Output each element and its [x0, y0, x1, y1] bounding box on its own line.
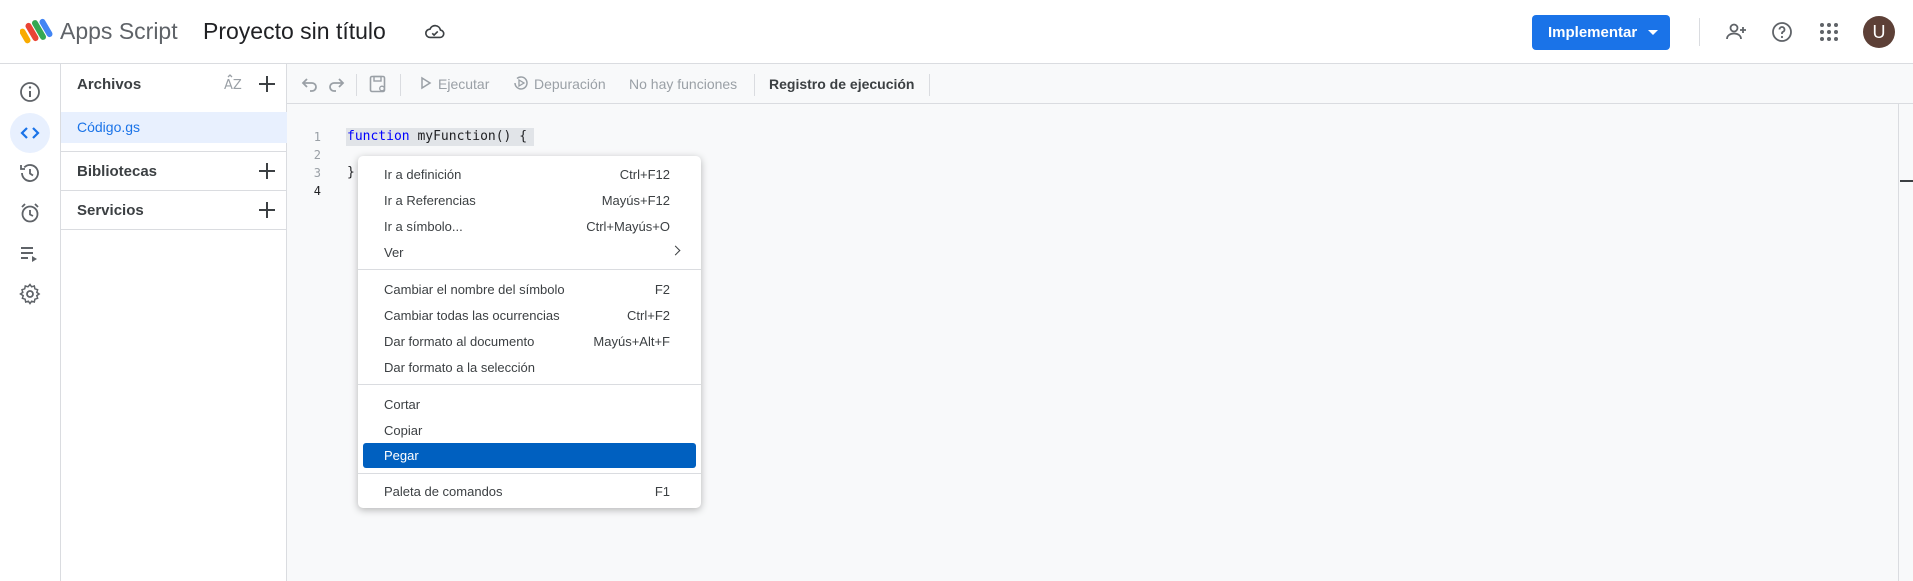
menu-item-shortcut: Ctrl+Mayús+O	[586, 219, 670, 234]
line-number: 4	[313, 184, 321, 198]
execution-log-button[interactable]: Registro de ejecución	[769, 76, 914, 92]
deploy-button[interactable]: Implementar	[1532, 15, 1670, 50]
libraries-label: Bibliotecas	[77, 162, 158, 180]
add-service-icon[interactable]	[257, 200, 277, 220]
svg-text:AZ: AZ	[224, 78, 242, 93]
info-icon[interactable]	[18, 80, 42, 104]
code-icon[interactable]	[18, 121, 42, 145]
menu-item-shortcut: Mayús+F12	[601, 193, 670, 208]
menu-item-view[interactable]: Ver	[363, 240, 696, 265]
code-line-1[interactable]: function myFunction() {	[347, 129, 527, 144]
chevron-right-icon	[670, 245, 681, 256]
services-label: Servicios	[77, 201, 144, 219]
context-menu: Ir a definición Ctrl+F12 Ir a Referencia…	[358, 156, 701, 508]
menu-item-label: Ir a Referencias	[384, 193, 476, 208]
save-icon[interactable]	[368, 74, 388, 94]
menu-separator	[358, 384, 701, 385]
scrollbar-marker	[1900, 180, 1913, 182]
divider	[1699, 18, 1700, 46]
divider	[400, 74, 401, 96]
file-item-codigo[interactable]: Código.gs	[61, 112, 287, 143]
avatar[interactable]: U	[1863, 16, 1895, 48]
function-selector[interactable]: No hay funciones	[629, 76, 737, 92]
menu-item-shortcut: Ctrl+F12	[619, 167, 670, 182]
menu-item-shortcut: Ctrl+F2	[627, 308, 670, 323]
menu-item-shortcut: Mayús+Alt+F	[593, 334, 670, 349]
top-bar: Apps Script Proyecto sin título Implemen…	[0, 0, 1913, 64]
line-number: 3	[313, 166, 321, 180]
menu-item-command-palette[interactable]: Paleta de comandos F1	[363, 479, 696, 504]
menu-item-paste[interactable]: Pegar	[363, 443, 696, 468]
debug-button[interactable]: Depuración	[534, 76, 606, 92]
menu-item-label: Dar formato al documento	[384, 334, 535, 349]
code-keyword: function	[347, 129, 410, 144]
menu-item-label: Ver	[384, 245, 404, 260]
divider	[356, 74, 357, 96]
file-name: Código.gs	[77, 119, 141, 135]
services-row[interactable]: Servicios	[61, 191, 287, 229]
files-label: Archivos	[77, 75, 142, 93]
help-icon[interactable]	[1770, 20, 1794, 44]
menu-item-change-all-occurrences[interactable]: Cambiar todas las ocurrencias Ctrl+F2	[363, 303, 696, 328]
redo-icon[interactable]	[326, 74, 346, 94]
divider	[754, 74, 755, 96]
files-header-row: Archivos AZ	[61, 65, 287, 103]
libraries-row[interactable]: Bibliotecas	[61, 152, 287, 190]
menu-item-label: Ir a definición	[384, 167, 462, 182]
chevron-down-icon	[1648, 30, 1658, 35]
menu-item-shortcut: F2	[654, 282, 670, 297]
menu-separator	[358, 473, 701, 474]
editor-toolbar	[287, 64, 1913, 104]
run-button[interactable]: Ejecutar	[438, 76, 489, 92]
menu-item-label: Cambiar el nombre del símbolo	[384, 282, 565, 297]
history-icon[interactable]	[18, 161, 42, 185]
project-title[interactable]: Proyecto sin título	[203, 18, 386, 45]
menu-item-rename-symbol[interactable]: Cambiar el nombre del símbolo F2	[363, 277, 696, 302]
menu-item-format-document[interactable]: Dar formato al documento Mayús+Alt+F	[363, 329, 696, 354]
menu-item-label: Dar formato a la selección	[384, 360, 536, 375]
settings-icon[interactable]	[18, 282, 42, 306]
divider	[929, 74, 930, 96]
undo-icon[interactable]	[300, 74, 320, 94]
menu-separator	[358, 269, 701, 270]
apps-grid-icon[interactable]	[1817, 20, 1841, 44]
debug-icon[interactable]	[512, 74, 530, 92]
add-library-icon[interactable]	[257, 161, 277, 181]
menu-item-label: Copiar	[384, 423, 423, 438]
sort-az-icon[interactable]: AZ	[223, 74, 247, 94]
menu-item-label: Cambiar todas las ocurrencias	[384, 308, 560, 323]
menu-item-go-to-symbol[interactable]: Ir a símbolo... Ctrl+Mayús+O	[363, 214, 696, 239]
editor-scrollbar[interactable]	[1898, 104, 1913, 581]
menu-item-shortcut: F1	[654, 484, 670, 499]
share-person-add-icon[interactable]	[1724, 20, 1748, 44]
run-icon[interactable]	[418, 75, 434, 91]
app-name[interactable]: Apps Script	[60, 18, 178, 45]
divider	[61, 229, 287, 230]
menu-item-label: Cortar	[384, 397, 421, 412]
menu-item-label: Pegar	[384, 448, 419, 463]
menu-item-cut[interactable]: Cortar	[363, 392, 696, 417]
code-text: myFunction() {	[409, 129, 528, 144]
menu-item-go-to-definition[interactable]: Ir a definición Ctrl+F12	[363, 162, 696, 187]
add-file-icon[interactable]	[257, 74, 277, 94]
line-number: 1	[313, 130, 321, 144]
apps-script-logo	[20, 18, 53, 44]
menu-item-label: Paleta de comandos	[384, 484, 503, 499]
menu-item-copy[interactable]: Copiar	[363, 418, 696, 443]
code-line-3[interactable]: }	[347, 165, 355, 180]
menu-item-format-selection[interactable]: Dar formato a la selección	[363, 355, 696, 380]
menu-item-label: Ir a símbolo...	[384, 219, 463, 234]
cloud-saved-icon[interactable]	[424, 20, 446, 42]
line-number: 2	[313, 148, 321, 162]
code-text: }	[347, 165, 355, 180]
executions-icon[interactable]	[18, 242, 42, 266]
clock-icon[interactable]	[18, 201, 42, 225]
menu-item-go-to-references[interactable]: Ir a Referencias Mayús+F12	[363, 188, 696, 213]
deploy-label: Implementar	[1548, 24, 1638, 41]
